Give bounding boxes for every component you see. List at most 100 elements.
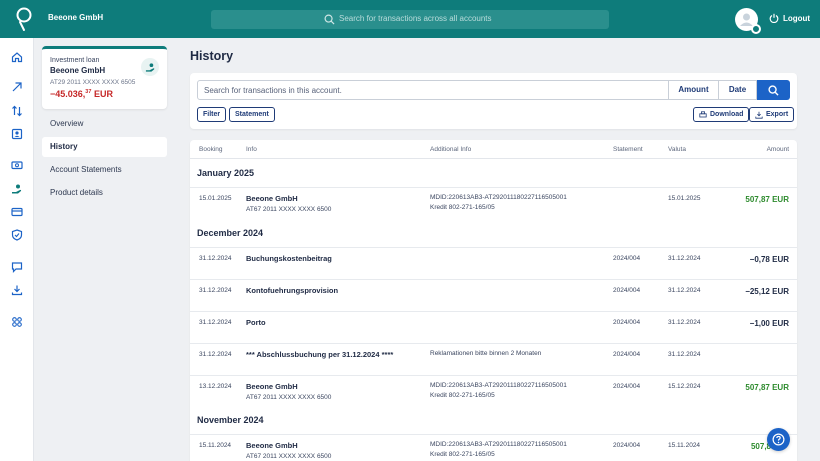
booking-date: 15.01.2025 — [199, 195, 232, 202]
row-valuta: 15.12.2024 — [668, 383, 701, 390]
table-row[interactable]: 15.11.2024 Beeone GmbH AT67 2011 XXXX XX… — [190, 434, 797, 461]
download-icon[interactable] — [10, 283, 24, 297]
row-info-sub: AT67 2011 XXXX XXXX 6500 — [246, 453, 332, 460]
account-search-input[interactable]: Search for transactions in this account. — [197, 80, 669, 100]
chat-icon[interactable] — [10, 260, 24, 274]
shield-icon[interactable] — [10, 228, 24, 242]
global-search-placeholder: Search for transactions across all accou… — [339, 14, 492, 23]
row-additional-2: Kredit 802-271-165/05 — [430, 451, 495, 458]
icon-rail — [0, 38, 34, 461]
row-additional-2: Kredit 802-271-165/05 — [430, 392, 495, 399]
booking-date: 31.12.2024 — [199, 255, 232, 262]
table-row[interactable]: 13.12.2024 Beeone GmbH AT67 2011 XXXX XX… — [190, 375, 797, 407]
row-amount: −0,78 EUR — [749, 255, 789, 264]
filter-panel: Search for transactions in this account.… — [190, 73, 797, 129]
filter-button[interactable]: Filter — [197, 107, 227, 122]
filter-label: Filter — [203, 111, 221, 118]
nav-item-history[interactable]: History — [42, 137, 167, 157]
row-statement: 2024/004 — [613, 255, 641, 262]
col-additional-info[interactable]: Additional Info — [430, 146, 471, 153]
booking-date: 31.12.2024 — [199, 319, 232, 326]
export-button[interactable]: Export — [749, 107, 795, 122]
table-row[interactable]: 15.01.2025 Beeone GmbH AT67 2011 XXXX XX… — [190, 187, 797, 219]
sort-date-button[interactable]: Date — [719, 80, 757, 100]
transfer-icon[interactable] — [10, 80, 24, 94]
row-amount: −25,12 EUR — [745, 287, 789, 296]
row-additional-1: MDID:220613AB3-AT292011180227116505001 — [430, 441, 567, 448]
row-valuta: 15.11.2024 — [668, 442, 701, 449]
row-valuta: 31.12.2024 — [668, 351, 701, 358]
row-valuta: 31.12.2024 — [668, 255, 701, 262]
avatar[interactable] — [735, 8, 761, 34]
help-button[interactable] — [767, 428, 790, 451]
row-info: Beeone GmbH — [246, 441, 298, 450]
account-iban: AT29 2011 XXXX XXXX 6505 — [50, 79, 136, 86]
booking-date: 31.12.2024 — [199, 351, 232, 358]
nav-item-account-statements[interactable]: Account Statements — [42, 160, 167, 180]
booking-date: 13.12.2024 — [199, 383, 232, 390]
cards-icon[interactable] — [10, 205, 24, 219]
table-header: Booking Info Additional Info Statement V… — [190, 140, 797, 159]
statement-label: Statement — [235, 111, 269, 118]
col-amount[interactable]: Amount — [767, 146, 789, 153]
global-search-input[interactable]: Search for transactions across all accou… — [211, 10, 609, 29]
row-info-sub: AT67 2011 XXXX XXXX 6500 — [246, 394, 332, 401]
loan-icon[interactable] — [10, 182, 24, 196]
search-icon — [768, 84, 779, 96]
loan-icon — [141, 58, 159, 76]
row-info: Beeone GmbH — [246, 194, 298, 203]
account-card[interactable]: Investment loan Beeone GmbH AT29 2011 XX… — [42, 46, 167, 109]
transactions-table: Booking Info Additional Info Statement V… — [190, 140, 797, 461]
row-amount: 507,87 EUR — [745, 195, 789, 204]
row-statement: 2024/004 — [613, 287, 641, 294]
download-button[interactable]: Download — [693, 107, 750, 122]
row-statement: 2024/004 — [613, 442, 641, 449]
table-row[interactable]: 31.12.2024 Porto 2024/004 31.12.2024 −1,… — [190, 311, 797, 343]
table-row[interactable]: 31.12.2024 *** Abschlussbuchung per 31.1… — [190, 343, 797, 375]
swap-icon[interactable] — [10, 104, 24, 118]
home-icon[interactable] — [10, 50, 24, 64]
page-title: History — [190, 49, 234, 63]
export-label: Export — [766, 111, 789, 118]
row-additional-2: Kredit 802-271-165/05 — [430, 204, 495, 211]
month-heading: December 2024 — [197, 228, 264, 238]
search-button[interactable] — [757, 80, 790, 100]
row-amount: −1,00 EUR — [749, 319, 789, 328]
logo-icon[interactable] — [14, 6, 34, 32]
table-row[interactable]: 31.12.2024 Kontofuehrungsprovision 2024/… — [190, 279, 797, 311]
booking-date: 15.11.2024 — [199, 442, 232, 449]
row-statement: 2024/004 — [613, 351, 641, 358]
month-heading: January 2025 — [197, 168, 255, 178]
nav-item-product-details[interactable]: Product details — [42, 183, 167, 203]
nav-item-overview[interactable]: Overview — [42, 114, 167, 134]
apps-icon[interactable] — [10, 315, 24, 329]
account-balance: −45.036,37 EUR — [50, 89, 113, 99]
sort-amount-button[interactable]: Amount — [669, 80, 719, 100]
logout-button[interactable]: Logout — [769, 13, 810, 23]
row-info: *** Abschlussbuchung per 31.12.2024 **** — [246, 350, 394, 359]
status-dot — [751, 24, 761, 34]
cash-icon[interactable] — [10, 158, 24, 172]
row-info: Porto — [246, 318, 266, 327]
month-heading: November 2024 — [197, 415, 264, 425]
table-row[interactable]: 31.12.2024 Buchungskostenbeitrag 2024/00… — [190, 247, 797, 279]
row-additional-1: MDID:220613AB3-AT292011180227116505001 — [430, 382, 567, 389]
contacts-icon[interactable] — [10, 127, 24, 141]
row-additional-1: Reklamationen bitte binnen 2 Monaten — [430, 350, 542, 357]
col-valuta[interactable]: Valuta — [668, 146, 686, 153]
col-booking[interactable]: Booking — [199, 146, 223, 153]
row-valuta: 31.12.2024 — [668, 319, 701, 326]
statement-button[interactable]: Statement — [229, 107, 275, 122]
printer-icon — [699, 110, 707, 117]
booking-date: 31.12.2024 — [199, 287, 232, 294]
download-icon — [755, 111, 763, 119]
row-info: Beeone GmbH — [246, 382, 298, 391]
col-info[interactable]: Info — [246, 146, 257, 153]
search-icon — [324, 14, 335, 25]
col-statement[interactable]: Statement — [613, 146, 643, 153]
row-amount: 507,87 EUR — [745, 383, 789, 392]
row-additional-1: MDID:220613AB3-AT292011180227116505001 — [430, 194, 567, 201]
row-info-sub: AT67 2011 XXXX XXXX 6500 — [246, 206, 332, 213]
row-statement: 2024/004 — [613, 319, 641, 326]
power-icon — [769, 13, 779, 23]
